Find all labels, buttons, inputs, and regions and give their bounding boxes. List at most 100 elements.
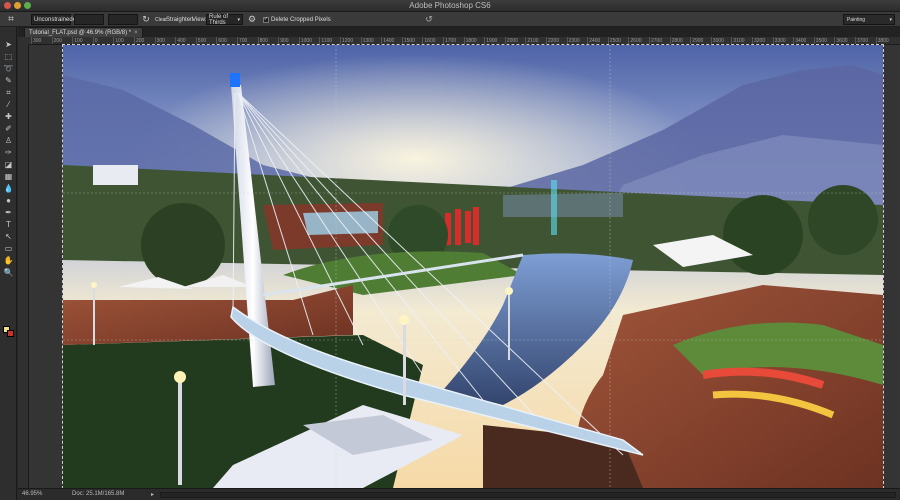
ruler-tick-label: 3100 [731,37,745,44]
dodge-tool-icon[interactable]: ● [2,196,15,206]
ruler-tick-label: 3500 [813,37,827,44]
brush-tool-icon[interactable]: ✐ [2,124,15,134]
ruler-tick-label: 300 [30,37,42,44]
view-label: View: [192,16,207,23]
ruler-tick-label: 1800 [463,37,477,44]
vertical-ruler[interactable] [18,45,29,488]
ruler-tick-label: 2600 [628,37,642,44]
chevron-down-icon: ▾ [889,16,892,23]
ruler-tick-label: 1700 [442,37,457,44]
status-menu-arrow-icon[interactable]: ▸ [151,491,154,498]
ruler-tick-label: 500 [195,37,207,44]
ruler-tick-label: 2800 [669,37,683,44]
crop-preset-icon[interactable]: ⌗ [3,14,19,25]
status-bar: 46.95% Doc: 25.1M/165.8M ▸ [18,488,900,500]
app-title: Adobe Photoshop CS6 [409,1,491,10]
zoom-level-field[interactable]: 46.95% [22,491,42,497]
document-size-info[interactable]: Doc: 25.1M/165.8M [72,491,124,497]
hand-tool-icon[interactable]: ✋ [2,256,15,266]
ruler-tick-label: 3300 [772,37,786,44]
document-image[interactable] [62,44,884,489]
ruler-tick-label: 900 [278,37,289,44]
move-tool-icon[interactable]: ➤ [2,40,15,50]
ruler-tick-label: 2400 [587,37,601,44]
ruler-tick-label: 1900 [484,37,498,44]
title-bar: Adobe Photoshop CS6 [0,0,900,12]
healing-tool-icon[interactable]: ✚ [2,112,15,122]
eyedropper-tool-icon[interactable]: ⁄ [2,100,15,110]
ruler-tick-label: 1200 [339,37,354,44]
horizontal-scrollbar[interactable] [160,492,896,498]
chevron-down-icon: ▾ [237,16,240,23]
ruler-tick-label: 1300 [360,37,374,44]
crop-height-input[interactable] [108,14,138,25]
ruler-tick-label: 100 [113,37,124,44]
ruler-tick-label: 2500 [607,37,621,44]
eraser-tool-icon[interactable]: ◪ [2,160,15,170]
zoom-tool-icon[interactable]: 🔍 [2,268,15,278]
canvas-area[interactable] [29,44,900,489]
ruler-tick-label: 2300 [566,37,580,44]
ruler-tick-label: 3700 [854,37,869,44]
document-tab-label: Tutorial_FLAT.psd @ 46.9% (RGB/8) * [29,29,132,36]
crop-tool-icon[interactable]: ⌗ [2,88,15,98]
ruler-tick-label: 200 [133,37,145,44]
marquee-tool-icon[interactable]: ⬚ [2,52,15,62]
close-icon[interactable]: × [134,30,138,36]
ruler-origin[interactable] [18,37,29,45]
ruler-tick-label: 600 [216,37,227,44]
ruler-tick-label: 2200 [545,37,560,44]
ruler-tick-label: 3600 [834,37,848,44]
ruler-tick-label: 200 [51,37,62,44]
ruler-tick-label: 2000 [504,37,518,44]
view-overlay-select[interactable]: Rule of Thirds ▾ [206,13,243,26]
clone-stamp-tool-icon[interactable]: ♙ [2,136,15,146]
pen-tool-icon[interactable]: ✒ [2,208,15,218]
ruler-tick-label: 0 [92,37,98,44]
ratio-select-value: Unconstrained [34,16,73,23]
type-tool-icon[interactable]: T [2,220,15,230]
checkbox-checked-icon[interactable]: ✓ [263,16,269,23]
ruler-tick-label: 400 [175,37,186,44]
crop-width-input[interactable] [74,14,104,25]
document-tab-bar: Tutorial_FLAT.psd @ 46.9% (RGB/8) * × [18,27,900,37]
document-tab[interactable]: Tutorial_FLAT.psd @ 46.9% (RGB/8) * × [24,27,143,37]
ruler-tick-label: 100 [72,37,83,44]
quick-select-tool-icon[interactable]: ✎ [2,76,15,86]
workspace-select[interactable]: Painting ▾ [843,14,895,25]
ruler-tick-label: 2100 [525,37,539,44]
background-color-swatch[interactable] [7,330,14,337]
ruler-tick-label: 2900 [690,37,704,44]
ruler-tick-label: 1400 [381,37,395,44]
ruler-tick-label: 2700 [648,37,663,44]
ruler-tick-label: 1600 [422,37,436,44]
horizontal-ruler[interactable]: 300 200 100 0 100 200 300 400 500 600 700 800 900 100… [29,37,900,45]
swap-dimensions-icon[interactable]: ↻ [141,14,151,25]
ruler-tick-label: 700 [236,37,248,44]
rendered-landscape-image [63,45,883,488]
lasso-tool-icon[interactable]: ➰ [2,64,15,74]
gradient-tool-icon[interactable]: ▦ [2,172,15,182]
view-overlay-value: Rule of Thirds [209,13,229,26]
path-select-tool-icon[interactable]: ↖ [2,232,15,242]
delete-cropped-checkbox[interactable]: ✓ Delete Cropped Pixels [263,14,331,25]
workspace-value: Painting [847,16,866,23]
gear-icon[interactable]: ⚙ [247,14,257,25]
ruler-tick-label: 3000 [710,37,724,44]
toolbox: ➤ ⬚ ➰ ✎ ⌗ ⁄ ✚ ✐ ♙ ✑ ◪ ▦ 💧 ● ✒ T ↖ ▭ ✋ 🔍 [0,27,17,500]
reset-icon[interactable]: ↺ [424,14,434,25]
blur-tool-icon[interactable]: 💧 [2,184,15,194]
ruler-tick-label: 1000 [298,37,312,44]
ruler-tick-label: 800 [257,37,268,44]
ruler-tick-label: 3200 [751,37,766,44]
ratio-select[interactable]: Unconstrained ▾ [31,14,75,25]
ruler-tick-label: 300 [154,37,165,44]
ruler-tick-label: 3800 [875,37,889,44]
history-brush-tool-icon[interactable]: ✑ [2,148,15,158]
ruler-tick-label: 3400 [793,37,807,44]
delete-cropped-label: Delete Cropped Pixels [271,16,331,23]
ruler-tick-label: 1500 [401,37,415,44]
ruler-tick-label: 1100 [319,37,333,44]
straighten-button[interactable]: Straighten [166,14,193,25]
shape-tool-icon[interactable]: ▭ [2,244,15,254]
